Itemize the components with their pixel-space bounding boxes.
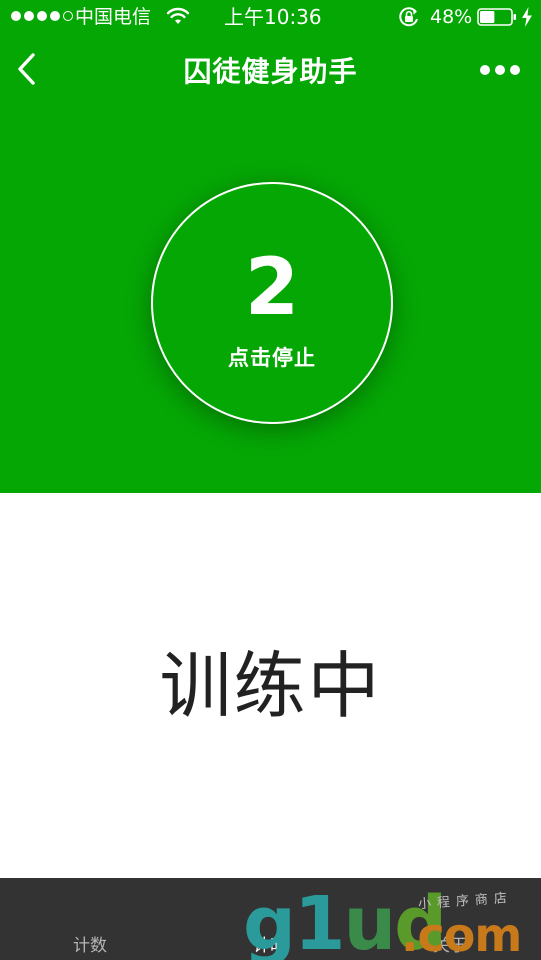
tab-bar: 计数 计时 关于 bbox=[0, 878, 541, 960]
rotation-lock-icon bbox=[399, 7, 418, 27]
navigation-bar: 囚徒健身助手 bbox=[0, 36, 541, 108]
charging-bolt-icon bbox=[522, 7, 532, 27]
stop-counter-button[interactable]: 2 点击停止 bbox=[151, 182, 393, 424]
tab-about[interactable]: 关于 bbox=[400, 934, 500, 958]
green-header-panel: 中国电信 上午10:36 48% 囚徒健身助手 2 点击停止 bbox=[0, 0, 541, 493]
battery-icon bbox=[477, 8, 516, 26]
more-options-button[interactable] bbox=[478, 58, 522, 82]
wifi-icon bbox=[166, 7, 190, 24]
more-dots-icon bbox=[480, 65, 490, 75]
tab-count[interactable]: 计数 bbox=[40, 934, 140, 958]
page-title: 囚徒健身助手 bbox=[183, 55, 358, 88]
clock-time: 上午10:36 bbox=[224, 5, 322, 29]
battery-percent: 48% bbox=[430, 6, 473, 28]
stop-label: 点击停止 bbox=[228, 346, 316, 370]
training-status-text: 训练中 bbox=[159, 644, 382, 728]
status-bar: 中国电信 上午10:36 48% bbox=[0, 0, 541, 36]
carrier-name: 中国电信 bbox=[75, 6, 152, 28]
signal-dots-icon bbox=[11, 11, 73, 21]
tab-timer[interactable]: 计时 bbox=[220, 934, 320, 958]
app-page: 中国电信 上午10:36 48% 囚徒健身助手 2 点击停止 训练中 计数 计时… bbox=[0, 0, 541, 960]
rep-count: 2 bbox=[244, 243, 300, 333]
